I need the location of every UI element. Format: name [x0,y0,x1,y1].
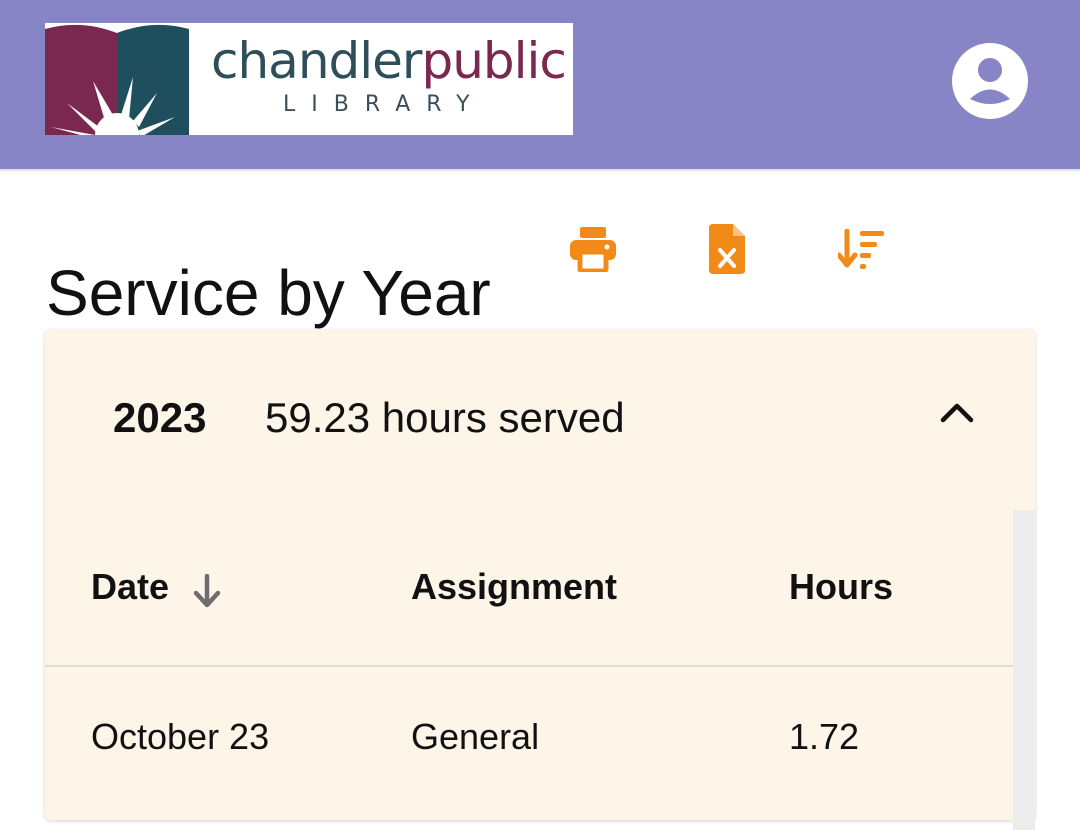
logo-book-sun-mark [45,24,189,135]
page-title: Service by Year [46,256,491,329]
table-scrollbar[interactable] [1013,510,1035,830]
account-circle-icon [952,43,1028,119]
app-header: chandlerpublic LIBRARY [0,0,1080,171]
collapse-button[interactable] [937,394,977,439]
cell-hours: 1.72 [789,716,860,757]
account-button[interactable] [951,42,1029,120]
year-label: 2023 [113,394,207,441]
year-2023-panel: 2023 59.23 hours served Date Assignment … [45,330,1035,830]
sort-indicator [193,573,221,613]
cell-assignment: General [411,716,540,757]
export-excel-button[interactable] [709,224,745,279]
column-header-hours[interactable]: Hours [789,566,893,608]
excel-export-icon [709,224,745,274]
logo-subtitle: LIBRARY [283,92,486,117]
sort-button[interactable] [836,228,886,276]
sort-descending-icon [836,228,884,269]
column-header-date[interactable]: Date [91,566,169,608]
cell-date: October 23 [91,716,270,757]
library-logo[interactable]: chandlerpublic LIBRARY [45,23,573,135]
arrow-down-icon [193,573,221,608]
table-header-divider [45,665,1013,667]
logo-wordmark: chandlerpublic [211,32,567,90]
chevron-up-icon [940,403,974,423]
print-button[interactable] [569,226,617,277]
column-header-assignment[interactable]: Assignment [411,566,617,608]
hours-served-summary: 59.23 hours served [265,394,625,441]
print-icon [570,227,616,274]
